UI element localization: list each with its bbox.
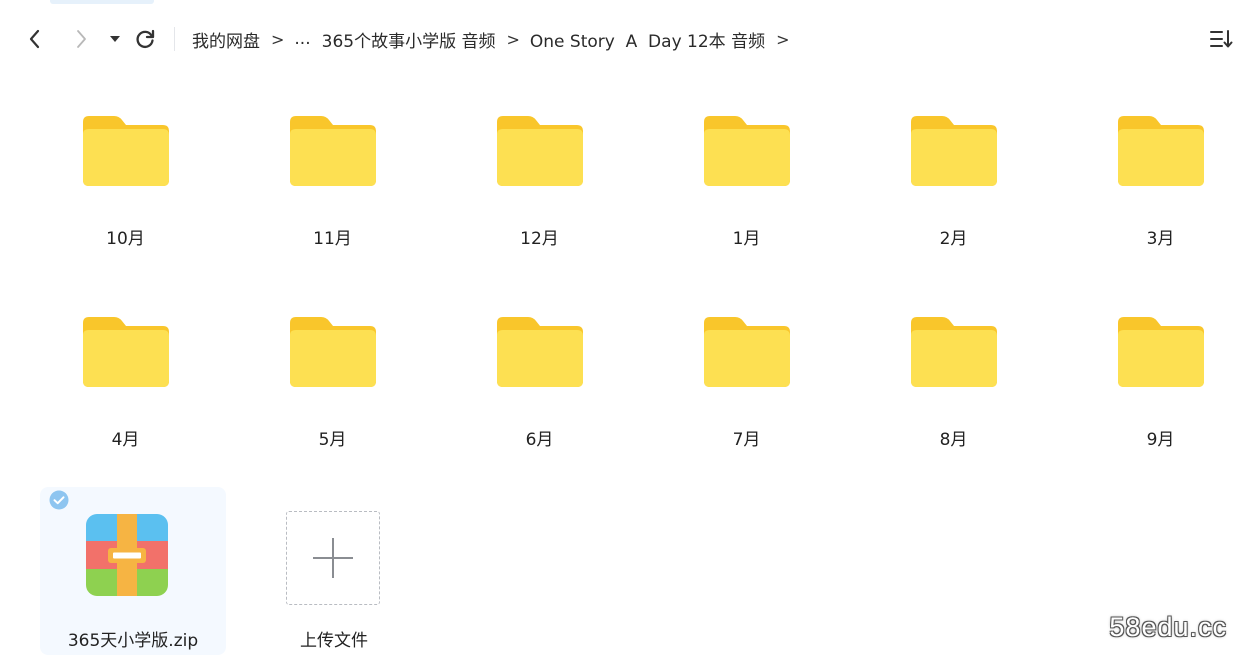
folder-icon [703,317,790,387]
breadcrumb-item-current[interactable]: One Story A Day 12本 音频 [530,27,765,52]
folder-tile[interactable]: 3月 [1057,100,1241,270]
chevron-right-icon [77,30,86,48]
folder-icon [1117,116,1204,186]
file-name: 365天小学版.zip [67,631,199,651]
folder-name: 1月 [732,229,761,249]
folder-name: 5月 [318,430,347,450]
breadcrumb: 我的网盘 > ... 365个故事小学版 音频 > One Story A Da… [192,26,799,52]
folder-icon [910,116,997,186]
history-dropdown-button[interactable] [100,24,130,54]
breadcrumb-separator: > [776,29,790,49]
folder-name: 3月 [1146,229,1175,249]
check-icon[interactable] [49,490,69,510]
chevron-left-icon [29,29,40,49]
folder-name: 2月 [939,229,968,249]
folder-icon [1117,317,1204,387]
back-button[interactable] [20,24,50,54]
folder-tile[interactable]: 2月 [850,100,1057,270]
folder-tile[interactable]: 4月 [22,301,229,471]
refresh-button[interactable] [130,24,160,54]
upload-tile[interactable]: 上传文件 [266,487,402,655]
folder-tile[interactable]: 7月 [643,301,850,471]
folder-icon [289,116,376,186]
plus-icon [313,538,353,578]
folder-name: 11月 [313,229,352,249]
folder-tile[interactable]: 5月 [229,301,436,471]
breadcrumb-item-home[interactable]: 我的网盘 [192,27,260,52]
upload-label: 上传文件 [300,631,368,651]
folder-name: 6月 [525,430,554,450]
folder-name: 7月 [732,430,761,450]
watermark: 58edu.cc [1109,612,1227,642]
sort-icon [1210,30,1233,48]
upload-drop-box[interactable] [286,511,380,605]
breadcrumb-separator: > [271,29,285,49]
toolbar-divider [174,27,175,51]
archive-icon [86,514,168,596]
folder-icon [496,116,583,186]
breadcrumb-separator: > [506,29,520,49]
folder-name: 12月 [520,229,559,249]
folder-tile[interactable]: 12月 [436,100,643,270]
refresh-icon [136,29,155,49]
forward-button[interactable] [66,24,96,54]
breadcrumb-item-ellipsis[interactable]: ... [294,29,310,49]
folder-icon [703,116,790,186]
file-tile-zip[interactable]: 365天小学版.zip [40,487,226,655]
folder-tile[interactable]: 1月 [643,100,850,270]
top-accent-bar [50,0,154,4]
folder-name: 9月 [1146,430,1175,450]
folder-icon [82,317,169,387]
folder-tile[interactable]: 8月 [850,301,1057,471]
folder-icon [910,317,997,387]
folder-icon [496,317,583,387]
folder-icon [289,317,376,387]
folder-tile[interactable]: 6月 [436,301,643,471]
folder-name: 8月 [939,430,968,450]
toolbar: 我的网盘 > ... 365个故事小学版 音频 > One Story A Da… [0,18,1241,60]
caret-down-icon [110,36,120,42]
sort-button[interactable] [1207,24,1237,54]
folder-tile[interactable]: 9月 [1057,301,1241,471]
breadcrumb-item-audio-folder[interactable]: 365个故事小学版 音频 [322,27,496,52]
folder-tile[interactable]: 10月 [22,100,229,270]
folder-name: 10月 [106,229,145,249]
folder-icon [82,116,169,186]
folder-name: 4月 [111,430,140,450]
folder-tile[interactable]: 11月 [229,100,436,270]
